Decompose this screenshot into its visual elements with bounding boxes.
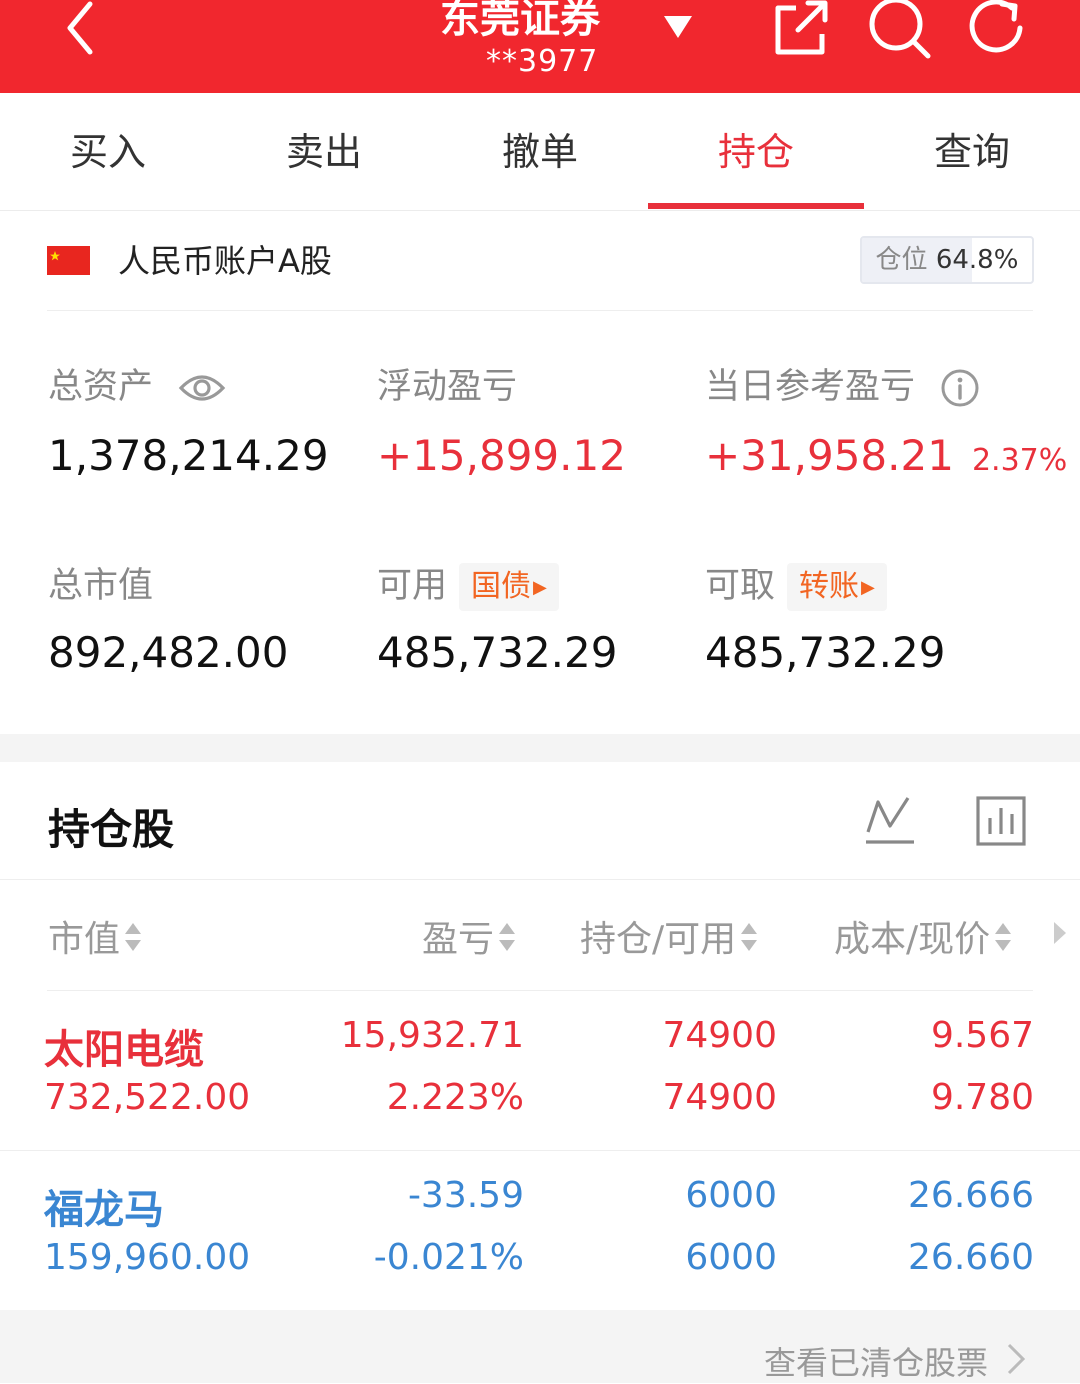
trend-line-icon[interactable]	[864, 796, 916, 846]
available-funds: 可用 国债 ▶ 485,732.29	[377, 562, 617, 677]
sort-icon	[740, 921, 758, 962]
daily-pl: 当日参考盈亏 +31,958.21 2.37%	[705, 358, 1067, 480]
stock-name: 福龙马	[44, 1187, 164, 1233]
stock-price: 26.660	[908, 1237, 1034, 1278]
tab-cancel[interactable]: 撤单	[432, 93, 648, 210]
floating-pl: 浮动盈亏 +15,899.12	[377, 358, 626, 480]
stock-pl: 15,932.71	[340, 1015, 524, 1056]
transfer-button[interactable]: 转账 ▶	[787, 563, 887, 611]
tab-sell[interactable]: 卖出	[216, 93, 432, 210]
stock-market-value: 732,522.00	[44, 1077, 251, 1118]
dropdown-triangle-icon[interactable]	[660, 12, 696, 42]
stock-available: 74900	[662, 1077, 777, 1118]
chevron-right-icon[interactable]	[1006, 1342, 1026, 1376]
withdrawable-funds: 可取 转账 ▶ 485,732.29	[705, 562, 945, 677]
divider	[0, 879, 1080, 880]
active-tab-indicator	[648, 203, 864, 209]
position-value: 64.8%	[935, 245, 1019, 275]
broker-name[interactable]: 东莞证券	[440, 0, 650, 44]
total-assets-label: 总资产	[48, 367, 154, 407]
stock-position: 74900	[662, 1015, 777, 1056]
triangle-right-icon: ▶	[861, 576, 875, 598]
stock-cost: 9.567	[930, 1015, 1034, 1056]
refresh-icon[interactable]	[968, 0, 1028, 60]
available-label: 可用	[377, 566, 448, 606]
divider	[47, 310, 1033, 311]
stock-pl-pct: 2.223%	[386, 1077, 524, 1118]
table-row[interactable]: 太阳电缆 732,522.00 15,932.71 2.223% 74900 7…	[0, 991, 1080, 1151]
stock-pl-pct: -0.021%	[373, 1237, 524, 1278]
china-flag-icon	[47, 246, 90, 275]
triangle-right-icon: ▶	[533, 576, 547, 598]
available-value: 485,732.29	[377, 628, 618, 677]
stock-available: 6000	[685, 1237, 777, 1278]
search-icon[interactable]	[868, 0, 932, 60]
tab-query[interactable]: 查询	[864, 93, 1080, 210]
sort-icon	[994, 921, 1012, 962]
scroll-right-icon[interactable]	[1052, 920, 1068, 946]
withdrawable-label: 可取	[705, 566, 776, 606]
tab-buy[interactable]: 买入	[0, 93, 216, 210]
account-row: 人民币账户A股 仓位 64.8%	[0, 210, 1080, 310]
sort-icon	[498, 921, 516, 962]
share-icon[interactable]	[772, 0, 830, 56]
cleared-stocks-link[interactable]: 查看已清仓股票	[764, 1338, 988, 1384]
stock-name: 太阳电缆	[44, 1027, 204, 1073]
market-value-label: 总市值	[48, 566, 154, 606]
floating-pl-label: 浮动盈亏	[377, 367, 518, 407]
trade-tabs: 买入 卖出 撤单 持仓 查询	[0, 93, 1080, 211]
holdings-title: 持仓股	[48, 805, 175, 854]
top-bar: 东莞证券 **3977	[0, 0, 1080, 93]
info-icon[interactable]	[940, 368, 980, 408]
stock-position: 6000	[685, 1175, 777, 1216]
position-label: 仓位	[875, 245, 928, 275]
stock-pl: -33.59	[407, 1175, 524, 1216]
total-assets-value: 1,378,214.29	[48, 431, 329, 480]
table-row[interactable]: 福龙马 159,960.00 -33.59 -0.021% 6000 6000 …	[0, 1151, 1080, 1311]
tab-holdings[interactable]: 持仓	[648, 93, 864, 210]
total-assets: 总资产 1,378,214.29	[48, 358, 329, 480]
market-value-value: 892,482.00	[48, 628, 289, 677]
stock-price: 9.780	[930, 1077, 1034, 1118]
col-header-position[interactable]: 持仓/可用	[580, 910, 758, 962]
col-header-market-value[interactable]: 市值	[48, 910, 142, 962]
daily-pl-label: 当日参考盈亏	[705, 367, 916, 407]
daily-pl-value: +31,958.21	[705, 431, 954, 480]
eye-icon[interactable]	[178, 371, 226, 405]
stock-cost: 26.666	[908, 1175, 1034, 1216]
account-number: **3977	[486, 44, 599, 79]
withdrawable-value: 485,732.29	[705, 628, 946, 677]
bar-chart-icon[interactable]	[976, 796, 1026, 846]
col-header-cost-price[interactable]: 成本/现价	[834, 910, 1012, 962]
footer: 查看已清仓股票	[0, 1310, 1080, 1383]
market-value: 总市值 892,482.00	[48, 562, 288, 677]
section-gap	[0, 734, 1080, 762]
treasury-bond-button[interactable]: 国债 ▶	[459, 563, 559, 611]
daily-pl-pct: 2.37%	[971, 443, 1068, 478]
sort-icon	[124, 921, 142, 962]
position-ratio-badge: 仓位 64.8%	[860, 236, 1034, 284]
account-label: 人民币账户A股	[118, 242, 332, 280]
col-header-pl[interactable]: 盈亏	[422, 910, 516, 962]
stock-market-value: 159,960.00	[44, 1237, 251, 1278]
back-arrow-icon[interactable]	[60, 0, 110, 60]
floating-pl-value: +15,899.12	[377, 431, 626, 480]
